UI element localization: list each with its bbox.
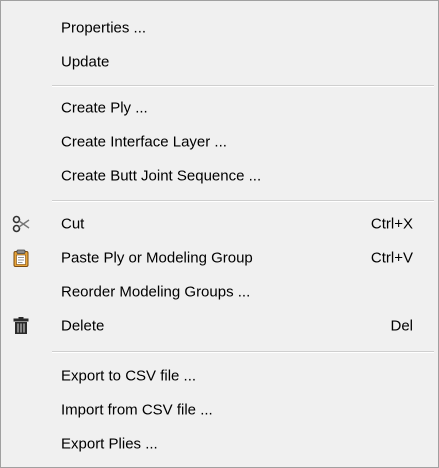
menu-item-paste-ply-or-modeling-group[interactable]: Paste Ply or Modeling Group Ctrl+V xyxy=(1,241,438,275)
menu-item-cut[interactable]: Cut Ctrl+X xyxy=(1,207,438,241)
menu-item-import-from-csv[interactable]: Import from CSV file ... xyxy=(1,393,438,427)
menu-item-label: Cut xyxy=(61,215,85,233)
menu-item-label: Reorder Modeling Groups ... xyxy=(61,283,251,301)
menu-item-label: Export Plies ... xyxy=(61,435,158,453)
menu-item-update[interactable]: Update xyxy=(1,45,438,79)
menu-separator xyxy=(52,85,434,87)
trash-icon xyxy=(12,317,30,335)
menu-item-label: Create Butt Joint Sequence ... xyxy=(61,167,262,185)
clipboard-icon xyxy=(12,249,30,267)
menu-item-create-interface-layer[interactable]: Create Interface Layer ... xyxy=(1,125,438,159)
menu-separator xyxy=(52,351,434,353)
menu-item-properties[interactable]: Properties ... xyxy=(1,11,438,45)
menu-item-label: Properties ... xyxy=(61,19,147,37)
menu-item-label: Update xyxy=(61,53,110,71)
menu-item-label: Delete xyxy=(61,317,105,335)
menu-item-label: Create Ply ... xyxy=(61,99,148,117)
menu-item-delete[interactable]: Delete Del xyxy=(1,309,438,343)
shortcut-label: Del xyxy=(390,317,413,335)
menu-item-label: Import from CSV file ... xyxy=(61,401,213,419)
menu-item-label: Export to CSV file ... xyxy=(61,367,197,385)
menu-item-create-ply[interactable]: Create Ply ... xyxy=(1,91,438,125)
menu-item-label: Paste Ply or Modeling Group xyxy=(61,249,253,267)
menu-item-export-to-csv[interactable]: Export to CSV file ... xyxy=(1,359,438,393)
context-menu: Properties ... Update Create Ply ... Cre… xyxy=(0,0,439,468)
menu-separator xyxy=(52,200,434,202)
shortcut-label: Ctrl+X xyxy=(370,215,413,233)
menu-item-export-plies[interactable]: Export Plies ... xyxy=(1,427,438,461)
scissors-icon xyxy=(12,215,30,233)
menu-item-label: Create Interface Layer ... xyxy=(61,133,227,151)
menu-item-create-butt-joint-sequence[interactable]: Create Butt Joint Sequence ... xyxy=(1,159,438,193)
shortcut-label: Ctrl+V xyxy=(370,249,413,267)
menu-item-reorder-modeling-groups[interactable]: Reorder Modeling Groups ... xyxy=(1,275,438,309)
